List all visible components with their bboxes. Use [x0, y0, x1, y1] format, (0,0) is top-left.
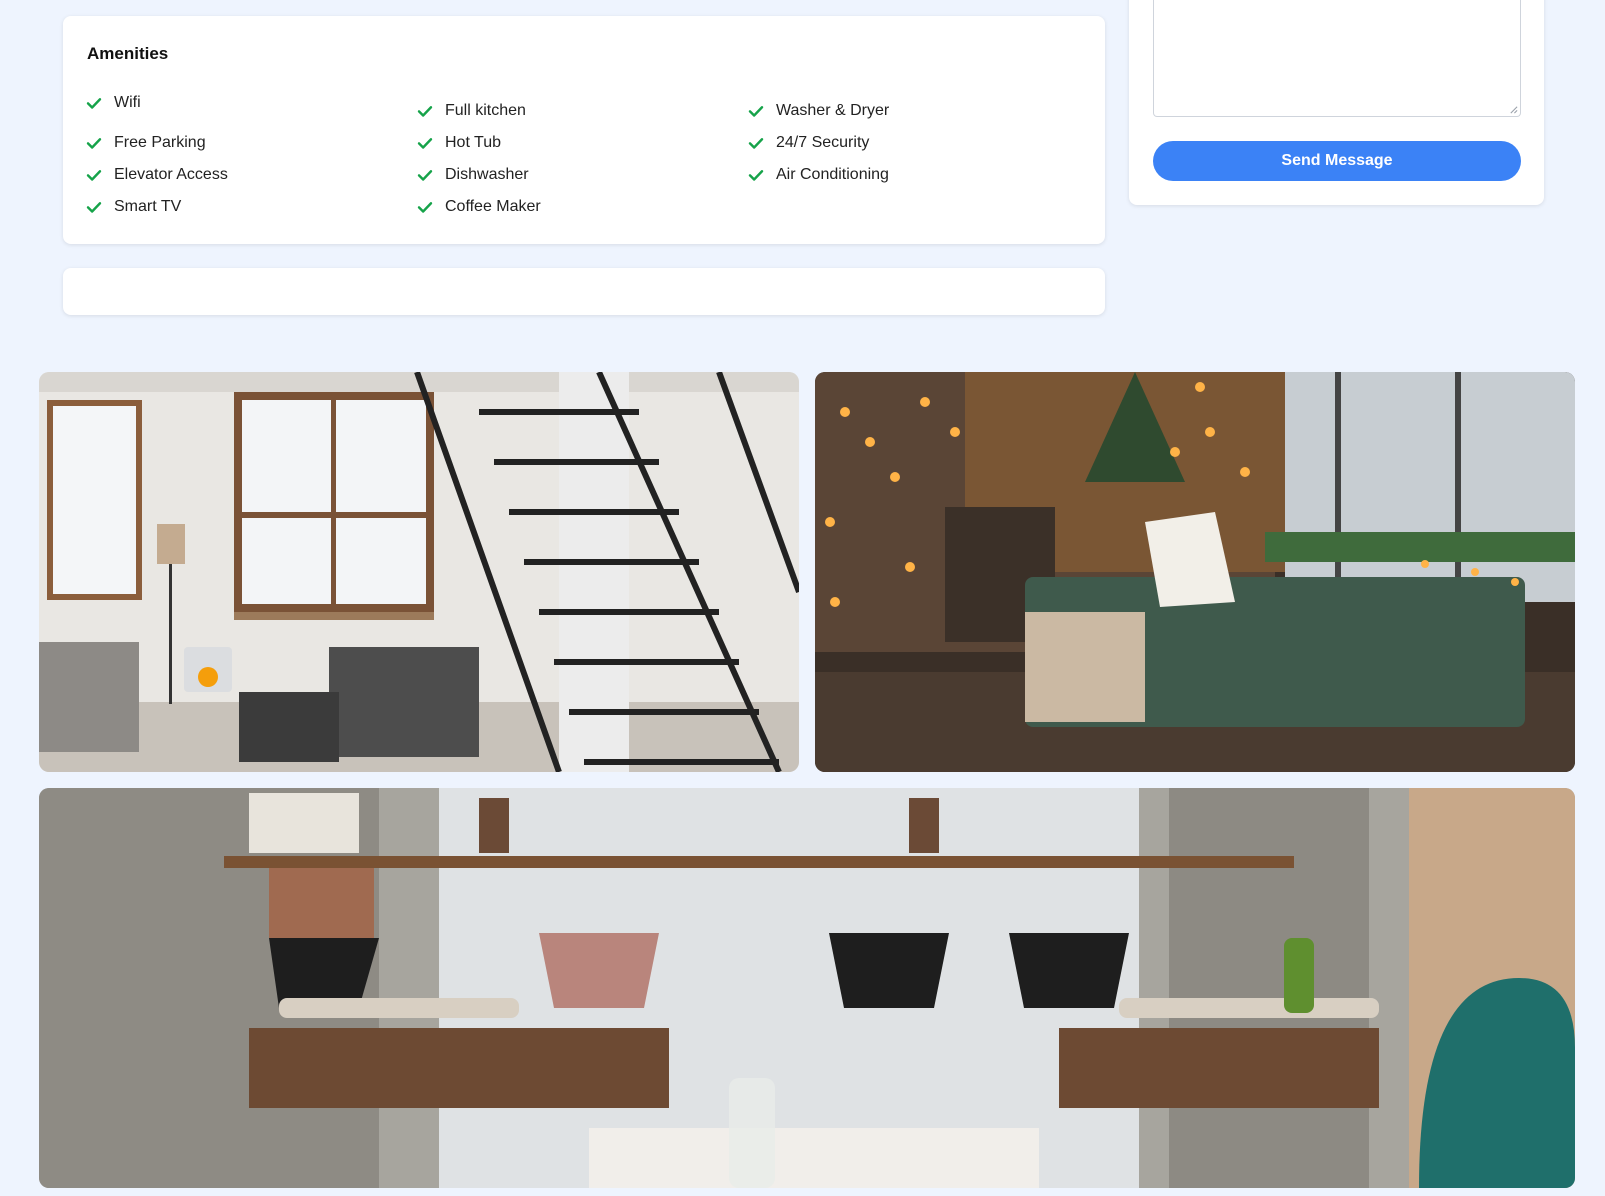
amenities-card: Amenities Wifi Full kitchen Washer & Dry… — [63, 16, 1105, 244]
send-message-button[interactable]: Send Message — [1153, 141, 1521, 181]
check-icon — [748, 106, 764, 117]
amenity-item: Coffee Maker — [416, 198, 541, 216]
amenity-label: Hot Tub — [445, 134, 502, 151]
check-icon — [748, 138, 764, 149]
amenity-label: Smart TV — [114, 198, 182, 215]
check-icon — [417, 170, 433, 181]
amenity-item: Air Conditioning — [747, 166, 889, 184]
contact-form-card: Send Message — [1129, 0, 1544, 205]
amenity-label: Washer & Dryer — [776, 102, 890, 119]
check-icon — [748, 170, 764, 181]
amenity-label: Full kitchen — [445, 102, 526, 119]
check-icon — [417, 138, 433, 149]
living-room-image — [39, 372, 799, 772]
message-textarea[interactable] — [1153, 0, 1521, 117]
check-icon — [86, 170, 102, 181]
amenity-item: Hot Tub — [416, 134, 501, 152]
amenity-label: Air Conditioning — [776, 166, 889, 183]
bedroom-image — [815, 372, 1575, 772]
amenities-title: Amenities — [87, 44, 169, 63]
amenity-item: Free Parking — [85, 134, 206, 152]
amenity-item: 24/7 Security — [747, 134, 869, 152]
resize-handle-icon[interactable] — [1509, 105, 1518, 114]
cafe-image — [39, 788, 1575, 1188]
check-icon — [86, 202, 102, 213]
amenity-item: Elevator Access — [85, 166, 228, 184]
photo-bedroom[interactable] — [815, 372, 1575, 772]
amenity-label: 24/7 Security — [776, 134, 870, 151]
check-icon — [417, 106, 433, 117]
empty-section-card — [63, 268, 1105, 315]
amenity-label: Wifi — [114, 94, 141, 111]
check-icon — [86, 98, 102, 109]
amenity-label: Free Parking — [114, 134, 206, 151]
check-icon — [417, 202, 433, 213]
photo-living-room[interactable] — [39, 372, 799, 772]
amenity-label: Dishwasher — [445, 166, 529, 183]
amenity-label: Coffee Maker — [445, 198, 541, 215]
amenity-item: Smart TV — [85, 198, 181, 216]
amenity-item: Washer & Dryer — [747, 102, 889, 120]
amenity-item: Wifi — [85, 94, 141, 112]
photo-cafe[interactable] — [39, 788, 1575, 1188]
amenity-item: Dishwasher — [416, 166, 529, 184]
check-icon — [86, 138, 102, 149]
amenity-item: Full kitchen — [416, 102, 526, 120]
amenity-label: Elevator Access — [114, 166, 228, 183]
